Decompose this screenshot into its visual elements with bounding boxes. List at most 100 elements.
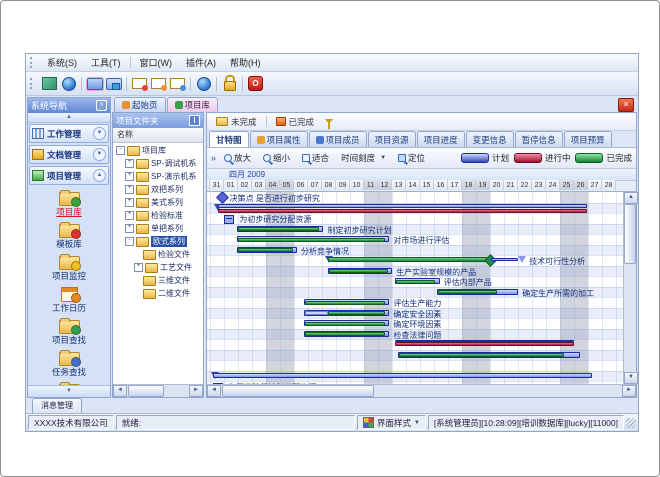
scroll-left-icon[interactable]: ◄ bbox=[207, 385, 221, 397]
power-toolbar-button[interactable] bbox=[247, 76, 264, 92]
sidebar-item-1[interactable]: 项目库 bbox=[31, 189, 107, 219]
tree-item-11[interactable]: 三维文件 bbox=[114, 274, 203, 287]
gantt-tab-6[interactable]: 变更信息 bbox=[466, 131, 514, 147]
gantt-mini-task[interactable] bbox=[213, 383, 223, 385]
expand-icon[interactable]: + bbox=[125, 172, 134, 181]
sidebar-section-3[interactable]: 项目管理▲ bbox=[29, 166, 109, 185]
expand-icon[interactable]: + bbox=[125, 159, 134, 168]
gantt-tab-2[interactable]: 项目属性 bbox=[250, 131, 308, 147]
gantt-tab-3[interactable]: 项目成员 bbox=[309, 131, 367, 147]
gantt-bar-part[interactable] bbox=[305, 311, 327, 315]
tree-item-5[interactable]: +美式系列 bbox=[114, 196, 203, 209]
gantt-bar-active[interactable] bbox=[218, 209, 588, 213]
tree-item-4[interactable]: +双把系列 bbox=[114, 183, 203, 196]
tree-item-3[interactable]: +SP-演示机系 bbox=[114, 170, 203, 183]
tree-item-12[interactable]: 二维文件 bbox=[114, 287, 203, 300]
close-icon[interactable]: × bbox=[618, 98, 634, 112]
sidebar-item-3[interactable]: 项目监控 bbox=[31, 253, 107, 283]
filter-unfinished-button[interactable]: 未完成 bbox=[210, 115, 263, 129]
nav-collapse-strip[interactable]: ▲ bbox=[28, 113, 110, 123]
v-scroll-thumb[interactable] bbox=[624, 204, 636, 264]
gantt-bar-plan[interactable] bbox=[218, 204, 587, 208]
sidebar-item-6[interactable]: 任务查找 bbox=[31, 349, 107, 379]
menu-item-5[interactable]: 帮助(H) bbox=[223, 55, 268, 70]
sidebar-item-2[interactable]: 模板库 bbox=[31, 221, 107, 251]
gantt-bar-done[interactable] bbox=[238, 248, 293, 252]
tree-item-9[interactable]: 检验文件 bbox=[114, 248, 203, 261]
tree-item-10[interactable]: +工艺文件 bbox=[114, 261, 203, 274]
gantt-bar-active[interactable] bbox=[395, 342, 574, 346]
gantt-canvas[interactable]: 决策点 是否进行初步研究为初步研究分配资源制定初步研究计划对市场进行评估分析竞争… bbox=[207, 192, 623, 384]
tree-item-7[interactable]: +单把系列 bbox=[114, 222, 203, 235]
nav-bottom-strip[interactable]: ▼ bbox=[28, 385, 110, 397]
scroll-up-icon[interactable]: ▲ bbox=[624, 192, 638, 204]
sidebar-section-2[interactable]: 文档管理▼ bbox=[29, 145, 109, 164]
expand-icon[interactable]: + bbox=[134, 263, 143, 272]
tree-item-8[interactable]: -欧式系列 bbox=[114, 235, 203, 248]
lock-toolbar-button[interactable] bbox=[221, 76, 238, 92]
sidebar-section-1[interactable]: 工作管理▼ bbox=[29, 124, 109, 143]
resize-grip[interactable] bbox=[626, 418, 636, 428]
gantt-bar-done[interactable] bbox=[329, 269, 388, 273]
expand-icon[interactable]: - bbox=[116, 146, 125, 155]
folder-toolbar-button[interactable] bbox=[86, 76, 103, 92]
ui-style-dropdown[interactable]: 界面样式 ▼ bbox=[357, 415, 426, 430]
tab-1[interactable]: 起始页 bbox=[114, 97, 166, 112]
zoom-in-button[interactable]: 放大 bbox=[220, 151, 255, 165]
webhelp-toolbar-button[interactable] bbox=[195, 76, 212, 92]
gantt-bar-done[interactable] bbox=[438, 290, 497, 294]
menu-item-3[interactable]: 窗口(W) bbox=[133, 55, 180, 70]
expand-icon[interactable]: + bbox=[125, 198, 134, 207]
gantt-bar-done[interactable] bbox=[328, 311, 385, 315]
gantt-tab-4[interactable]: 项目资源 bbox=[368, 131, 416, 147]
gantt-tab-1[interactable]: 甘特图 bbox=[209, 131, 249, 147]
tree-column-header[interactable]: 名称 bbox=[113, 128, 203, 143]
gantt-tab-7[interactable]: 暂停信息 bbox=[515, 131, 563, 147]
menu-item-1[interactable]: 系统(S) bbox=[40, 55, 84, 70]
expand-icon[interactable]: + bbox=[125, 211, 134, 220]
screens-toolbar-button[interactable] bbox=[41, 76, 58, 92]
gantt-bar-plan[interactable] bbox=[491, 258, 518, 261]
chevron-icon[interactable]: ▲ bbox=[93, 169, 106, 182]
locate-button[interactable]: 定位 bbox=[394, 151, 429, 165]
gantt-bar-plan[interactable] bbox=[213, 373, 592, 378]
expand-icon[interactable]: - bbox=[125, 237, 134, 246]
tab-2[interactable]: 项目库 bbox=[167, 97, 219, 112]
tree-item-6[interactable]: +检验标准 bbox=[114, 209, 203, 222]
menu-item-4[interactable]: 插件(A) bbox=[179, 55, 223, 70]
nav-header-button[interactable]: ≡ bbox=[96, 100, 107, 111]
tree-item-1[interactable]: -项目库 bbox=[114, 144, 203, 157]
gantt-bar-done[interactable] bbox=[328, 257, 492, 262]
menu-item-2[interactable]: 工具(T) bbox=[84, 55, 128, 70]
gantt-bar-done[interactable] bbox=[305, 332, 385, 336]
gantt-bar-done[interactable] bbox=[305, 322, 385, 326]
gantt-bar-done[interactable] bbox=[305, 301, 385, 305]
gantt-bar-done[interactable] bbox=[238, 238, 385, 242]
scroll-down-icon[interactable]: ▼ bbox=[624, 372, 638, 384]
message-manager-tab[interactable]: 消息管理 bbox=[32, 398, 82, 413]
gantt-bar-done[interactable] bbox=[399, 353, 564, 357]
pin-icon[interactable] bbox=[189, 115, 200, 126]
mail2-toolbar-button[interactable] bbox=[150, 76, 167, 92]
collapse-tree-button[interactable]: » bbox=[211, 153, 216, 163]
gantt-bar-done[interactable] bbox=[396, 280, 435, 284]
tree-scroll-thumb[interactable] bbox=[128, 385, 164, 397]
scroll-left-icon[interactable]: ◄ bbox=[113, 385, 127, 397]
sidebar-item-4[interactable]: 工作日历 bbox=[31, 285, 107, 315]
fit-button[interactable]: 适合 bbox=[298, 151, 333, 165]
chevron-icon[interactable]: ▼ bbox=[93, 127, 106, 140]
mail3-toolbar-button[interactable] bbox=[169, 76, 186, 92]
gantt-tab-8[interactable]: 项目预算 bbox=[564, 131, 612, 147]
scroll-right-icon[interactable]: ► bbox=[189, 385, 203, 397]
chevron-icon[interactable]: ▼ bbox=[93, 148, 106, 161]
globe-toolbar-button[interactable] bbox=[60, 76, 77, 92]
gantt-tab-5[interactable]: 项目进度 bbox=[417, 131, 465, 147]
scroll-right-icon[interactable]: ► bbox=[622, 385, 636, 397]
filter-finished-button[interactable]: 已完成 bbox=[270, 115, 321, 129]
mail1-toolbar-button[interactable] bbox=[131, 76, 148, 92]
tree-item-2[interactable]: +SP-调试机系 bbox=[114, 157, 203, 170]
time-scale-dropdown[interactable]: 时间刻度▼ bbox=[337, 151, 390, 165]
h-scroll-thumb[interactable] bbox=[222, 385, 374, 397]
gantt-bar-done[interactable] bbox=[238, 227, 319, 231]
expand-icon[interactable]: + bbox=[125, 185, 134, 194]
